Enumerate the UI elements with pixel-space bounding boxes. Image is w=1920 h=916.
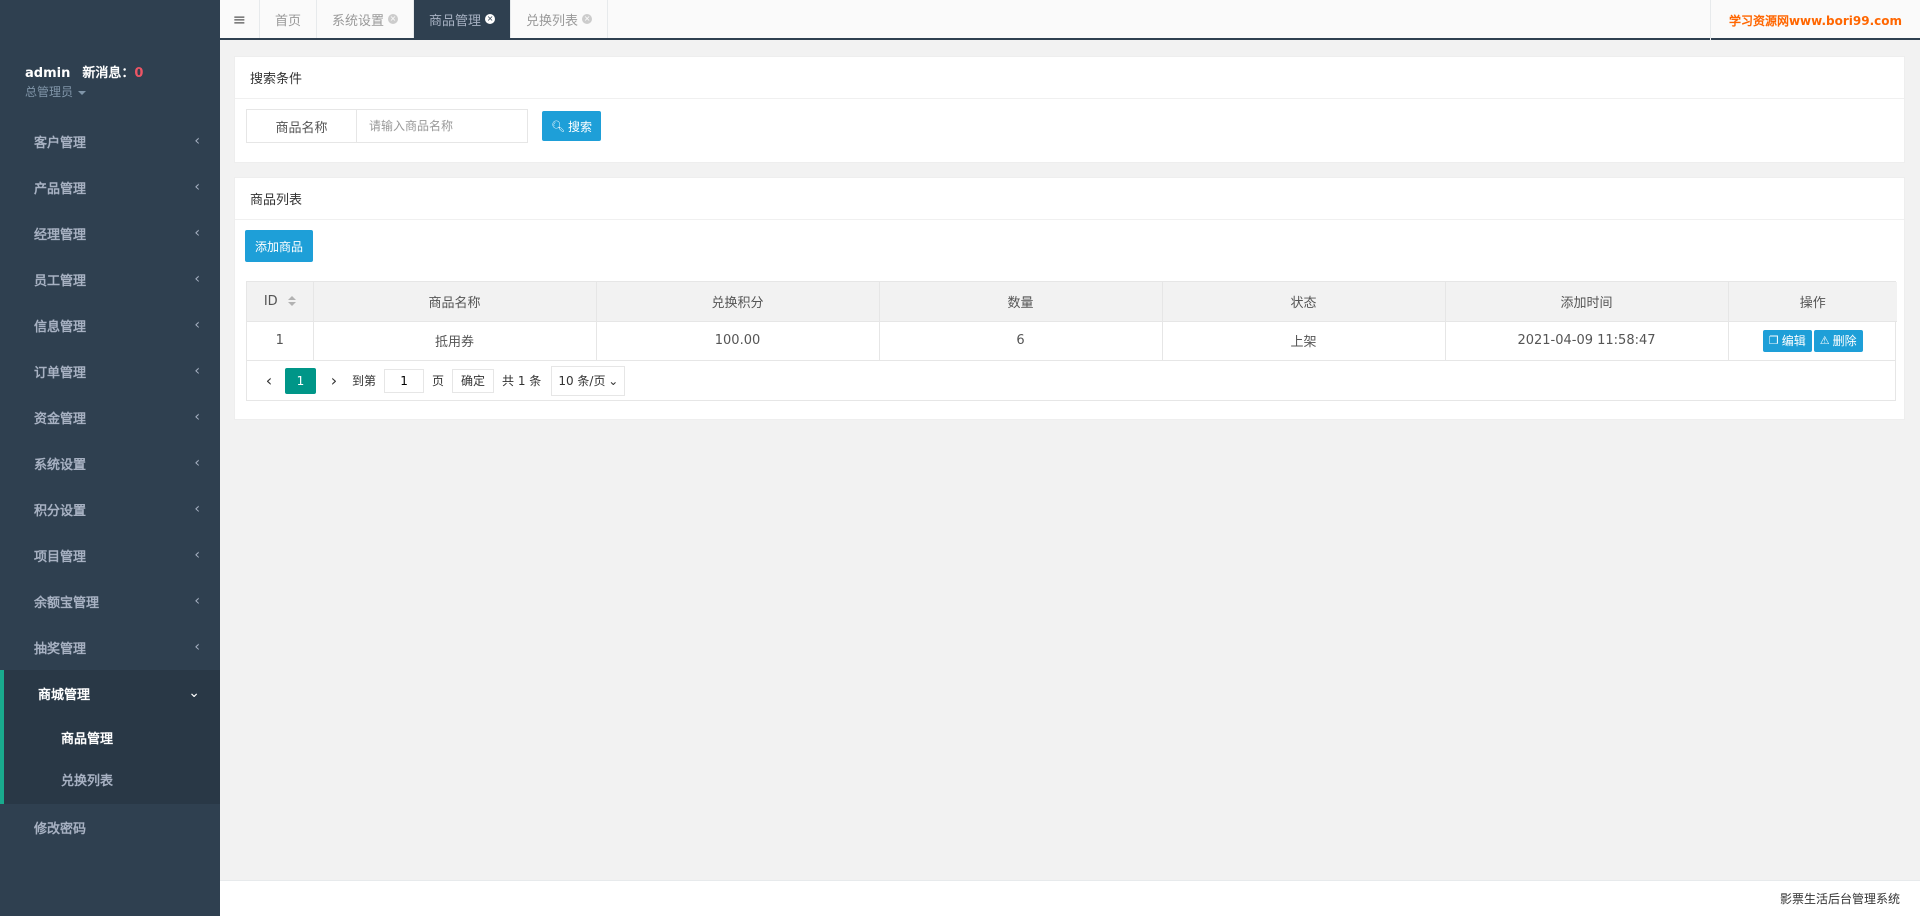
chevron-down-icon: ⌄ — [608, 373, 619, 388]
cell-points: 100.00 — [596, 321, 880, 360]
caret-down-icon — [78, 90, 87, 95]
delete-button[interactable]: ⚠ 删除 — [1813, 329, 1863, 352]
cell-actions: ❐ 编辑 ⚠ 删除 — [1728, 321, 1897, 360]
chevron-left-icon: ‹ — [194, 547, 200, 563]
sidebar-item-products[interactable]: 产品管理 ‹ — [0, 164, 220, 210]
role-label: 总管理员 — [25, 85, 74, 99]
sidebar-item-managers[interactable]: 经理管理 ‹ — [0, 210, 220, 256]
goto-confirm-button[interactable]: 确定 — [452, 368, 495, 393]
copy-icon: ❐ — [1768, 334, 1779, 348]
goods-table: ID 商品名称 兑换积分 数量 状态 添加时间 操作 1 抵用券 100.00 … — [246, 281, 1897, 401]
cell-id: 1 — [247, 321, 314, 360]
search-panel-title: 搜索条件 — [235, 57, 1904, 99]
sidebar-item-customers[interactable]: 客户管理 ‹ — [0, 118, 220, 164]
sidebar-item-lottery[interactable]: 抽奖管理 ‹ — [0, 624, 220, 670]
sidebar-nav: 客户管理 ‹ 产品管理 ‹ 经理管理 ‹ 员工管理 ‹ 信息管理 ‹ 订单管理 ‹ 资金管理… — [0, 118, 220, 850]
goto-label: 到第 — [352, 374, 377, 388]
page-unit-label: 页 — [432, 374, 445, 388]
footer: 影票生活后台管理系统 — [220, 880, 1920, 916]
page-size-select[interactable]: 10 条/页 ⌄ — [551, 365, 626, 396]
sidebar-group-mall: 商城管理 ⌄ 商品管理 兑换列表 — [0, 670, 220, 804]
goods-name-field: 商品名称 — [246, 109, 528, 143]
total-count: 共 1 条 — [502, 374, 542, 388]
column-header-added-time: 添加时间 — [1445, 282, 1729, 322]
tab-system-settings[interactable]: 系统设置 × — [317, 0, 415, 38]
next-page-icon[interactable]: › — [324, 371, 344, 390]
column-header-quantity: 数量 — [879, 282, 1163, 322]
close-icon[interactable]: × — [582, 14, 593, 24]
column-header-id[interactable]: ID — [247, 282, 314, 322]
close-icon[interactable]: × — [485, 14, 496, 24]
sidebar-item-yuebao[interactable]: 余额宝管理 ‹ — [0, 578, 220, 624]
sidebar-subitem-goods[interactable]: 商品管理 — [4, 716, 220, 758]
chevron-left-icon: ‹ — [194, 225, 200, 241]
sidebar-subitem-exchange-list[interactable]: 兑换列表 — [4, 758, 220, 800]
chevron-left-icon: ‹ — [194, 271, 200, 287]
sidebar-item-mall[interactable]: 商城管理 ⌄ — [4, 670, 220, 716]
column-header-actions: 操作 — [1728, 282, 1897, 322]
chevron-left-icon: ‹ — [194, 317, 200, 333]
cell-name: 抵用券 — [313, 321, 597, 360]
table-row: 1 抵用券 100.00 6 上架 2021-04-09 11:58:47 ❐ 编… — [247, 321, 1897, 360]
warning-icon: ⚠ — [1819, 334, 1830, 348]
column-header-points: 兑换积分 — [596, 282, 880, 322]
cell-quantity: 6 — [879, 321, 1163, 360]
column-header-status: 状态 — [1162, 282, 1446, 322]
sidebar-item-funds[interactable]: 资金管理 ‹ — [0, 394, 220, 440]
search-button[interactable]: 🔍︎ 搜索 — [542, 111, 601, 141]
goods-name-label: 商品名称 — [247, 110, 357, 142]
tab-exchange-list[interactable]: 兑换列表 × — [511, 0, 609, 38]
chevron-left-icon: ‹ — [194, 409, 200, 425]
chevron-left-icon: ‹ — [194, 639, 200, 655]
chevron-left-icon: ‹ — [194, 363, 200, 379]
sort-icon[interactable] — [287, 296, 296, 307]
page-button-current[interactable]: 1 — [285, 367, 316, 394]
goods-name-input[interactable] — [357, 110, 527, 142]
chevron-left-icon: ‹ — [194, 133, 200, 149]
role-dropdown[interactable]: 总管理员 — [25, 83, 143, 100]
sidebar: admin 新消息：0 总管理员 客户管理 ‹ 产品管理 ‹ 经理管理 ‹ 员工管理 ‹ … — [0, 0, 220, 916]
sidebar-item-projects[interactable]: 项目管理 ‹ — [0, 532, 220, 578]
user-profile: admin 新消息：0 总管理员 — [25, 62, 143, 100]
goods-list-title: 商品列表 — [235, 178, 1904, 220]
sidebar-item-change-password[interactable]: 修改密码 — [0, 804, 220, 850]
sidebar-item-points[interactable]: 积分设置 ‹ — [0, 486, 220, 532]
tab-bar: ≡ 首页 系统设置 × 商品管理 × 兑换列表 × 学习资源网www.bori99.c… — [220, 0, 1920, 40]
close-icon[interactable]: × — [388, 14, 399, 24]
chevron-left-icon: ‹ — [194, 179, 200, 195]
message-label: 新消息： — [82, 66, 135, 81]
sidebar-item-staff[interactable]: 员工管理 ‹ — [0, 256, 220, 302]
pagination: ‹ 1 › 到第 页 确定 共 1 条 10 条/页⌄ — [247, 360, 1895, 400]
sidebar-submenu: 商品管理 兑换列表 — [4, 716, 220, 804]
sidebar-item-messages[interactable]: 信息管理 ‹ — [0, 302, 220, 348]
message-count[interactable]: 0 — [134, 66, 143, 81]
chevron-down-icon: ⌄ — [188, 685, 200, 701]
menu-toggle-icon[interactable]: ≡ — [220, 0, 260, 38]
footer-text: 影票生活后台管理系统 — [1779, 892, 1900, 906]
tab-home[interactable]: 首页 — [260, 0, 318, 38]
edit-button[interactable]: ❐ 编辑 — [1762, 329, 1812, 352]
chevron-left-icon: ‹ — [194, 593, 200, 609]
search-icon: 🔍︎ — [551, 119, 565, 133]
chevron-left-icon: ‹ — [194, 501, 200, 517]
table-header-row: ID 商品名称 兑换积分 数量 状态 添加时间 操作 — [247, 282, 1897, 322]
search-panel: 搜索条件 商品名称 🔍︎搜索 — [234, 56, 1905, 163]
sidebar-item-orders[interactable]: 订单管理 ‹ — [0, 348, 220, 394]
tab-goods-management[interactable]: 商品管理 × — [414, 0, 512, 38]
cell-added-time: 2021-04-09 11:58:47 — [1445, 321, 1729, 360]
brand-watermark: 学习资源网www.bori99.com — [1710, 0, 1920, 40]
sidebar-item-system[interactable]: 系统设置 ‹ — [0, 440, 220, 486]
column-header-name: 商品名称 — [313, 282, 597, 322]
username: admin — [25, 66, 71, 81]
cell-status: 上架 — [1162, 321, 1446, 360]
prev-page-icon[interactable]: ‹ — [259, 371, 279, 390]
chevron-left-icon: ‹ — [194, 455, 200, 471]
goods-list-panel: 商品列表 添加商品 ID 商品名称 兑换积分 数量 状态 添加时间 操作 1 抵… — [234, 177, 1905, 420]
goto-page-input[interactable] — [384, 368, 425, 393]
add-goods-button[interactable]: 添加商品 — [245, 230, 313, 262]
